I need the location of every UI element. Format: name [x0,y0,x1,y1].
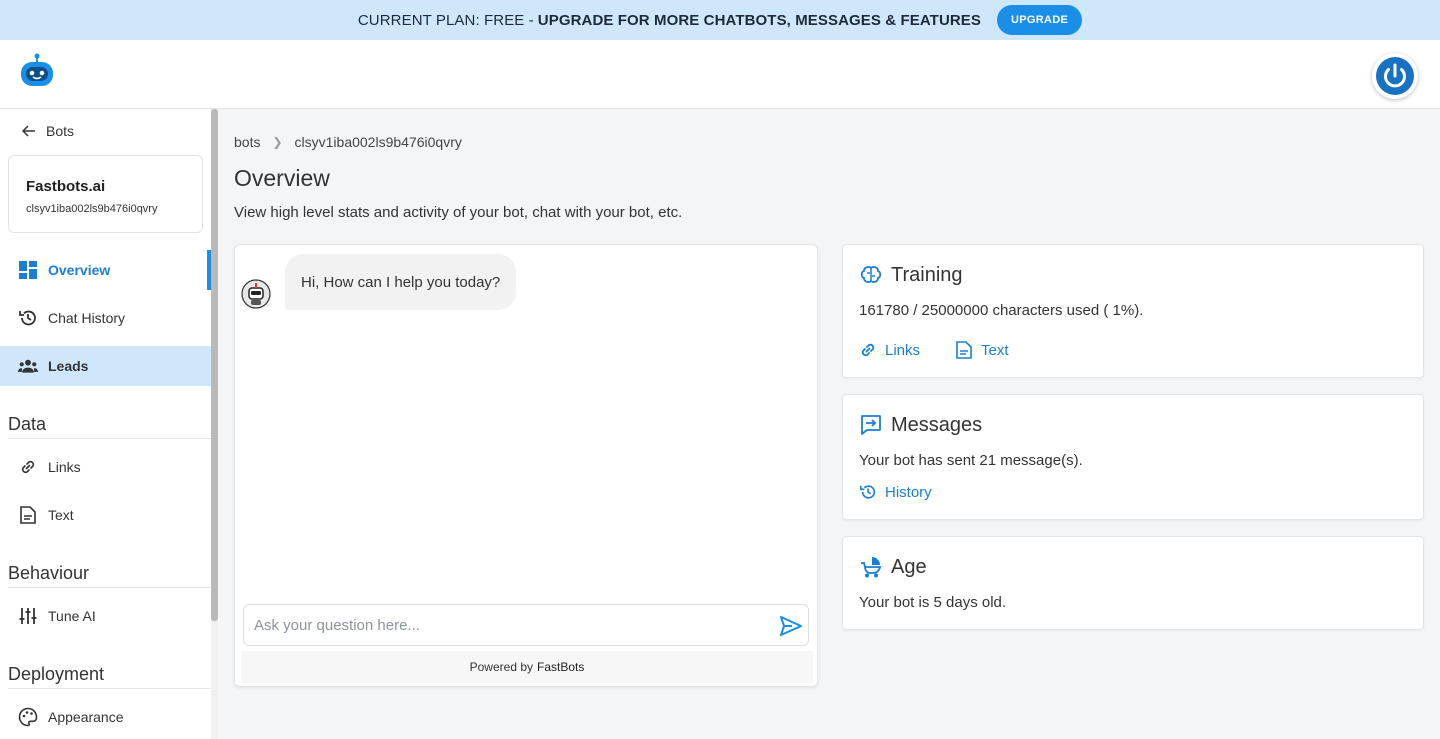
breadcrumb: bots ❯ clsyv1iba002ls9b476i0qvry [234,134,462,150]
upgrade-button[interactable]: UPGRADE [997,5,1083,35]
bot-name: Fastbots.ai [26,178,106,195]
power-icon [1376,57,1414,95]
document-icon [955,341,973,359]
power-button[interactable] [1372,53,1418,99]
sidebar-item-leads[interactable]: Leads [0,346,211,386]
breadcrumb-current: clsyv1iba002ls9b476i0qvry [294,134,462,150]
robot-logo-icon[interactable] [18,52,56,90]
sliders-icon [18,606,38,626]
section-behaviour: Behaviour [8,563,211,588]
sidebar-item-label: Text [48,507,74,523]
training-text-label: Text [981,341,1009,359]
top-header [0,40,1440,109]
chat-question-input[interactable] [254,616,764,634]
chevron-right-icon: ❯ [272,135,283,149]
training-links-link[interactable]: Links [859,341,920,359]
age-header: Age [859,555,927,579]
link-icon [859,341,877,359]
training-text-link[interactable]: Text [955,341,1009,359]
brain-icon [859,263,883,287]
sidebar-item-label: Appearance [48,709,124,725]
powered-by-label: Powered by [469,660,533,674]
training-usage: 161780 / 25000000 characters used ( 1%). [859,302,1144,319]
messages-count: Your bot has sent 21 message(s). [859,452,1083,469]
document-icon [18,505,38,525]
chat-input-box [243,604,809,646]
sidebar-item-label: Overview [48,262,111,278]
history-icon [859,483,877,501]
training-title: Training [891,263,963,286]
sidebar-item-tune-ai[interactable]: Tune AI [0,596,211,636]
messages-header: Messages [859,413,982,437]
plan-text: CURRENT PLAN: FREE - [357,11,534,29]
age-title: Age [891,555,927,578]
section-data: Data [8,414,211,439]
baby-carriage-icon [859,555,883,579]
link-icon [18,457,38,477]
sidebar-item-text[interactable]: Text [0,495,211,535]
brand-link[interactable]: FastBots [537,660,584,674]
messages-card: Messages Your bot has sent 21 message(s)… [842,394,1424,520]
age-text: Your bot is 5 days old. [859,594,1007,611]
sidebar-item-label: Chat History [48,310,126,326]
page-subtitle: View high level stats and activity of yo… [234,204,683,221]
back-label: Bots [46,123,75,139]
page-title: Overview [234,165,330,191]
sidebar-item-overview[interactable]: Overview [0,250,211,290]
training-header: Training [859,263,963,287]
dashboard-icon [18,260,38,280]
messages-title: Messages [891,413,983,436]
message-forward-icon [859,413,883,437]
sidebar-item-appearance[interactable]: Appearance [0,697,211,737]
sidebar-scrollbar-thumb[interactable] [211,109,218,621]
bot-id: clsyv1iba002ls9b476i0qvry [26,203,158,215]
back-to-bots-link[interactable]: Bots [22,123,74,139]
sidebar-item-label: Links [48,459,81,475]
section-deployment: Deployment [8,664,211,689]
sidebar-item-label: Tune AI [48,608,96,624]
breadcrumb-bots-link[interactable]: bots [234,134,260,150]
sidebar-item-chat-history[interactable]: Chat History [0,298,211,338]
plan-banner: CURRENT PLAN: FREE - UPGRADE FOR MORE CH… [0,0,1440,40]
send-icon[interactable] [780,615,802,637]
bot-greeting-message: Hi, How can I help you today? [285,254,517,310]
history-icon [18,308,38,328]
arrow-left-icon [22,125,35,137]
bot-info-card: Fastbots.ai clsyv1iba002ls9b476i0qvry [8,155,203,233]
upgrade-text: UPGRADE FOR MORE CHATBOTS, MESSAGES & FE… [537,11,982,29]
sidebar-item-label: Leads [48,358,89,374]
bot-avatar-icon [241,279,271,309]
palette-icon [18,707,38,727]
messages-history-link[interactable]: History [859,483,932,501]
sidebar: Bots Fastbots.ai clsyv1iba002ls9b476i0qv… [0,109,218,739]
age-card: Age Your bot is 5 days old. [842,536,1424,630]
messages-history-label: History [885,483,932,501]
training-card: Training 161780 / 25000000 characters us… [842,244,1424,378]
sidebar-item-links[interactable]: Links [0,447,211,487]
users-icon [18,356,38,376]
chat-panel: Hi, How can I help you today? Powered by… [234,244,818,687]
training-links-label: Links [885,341,921,359]
powered-by-footer: Powered by FastBots [241,651,813,683]
